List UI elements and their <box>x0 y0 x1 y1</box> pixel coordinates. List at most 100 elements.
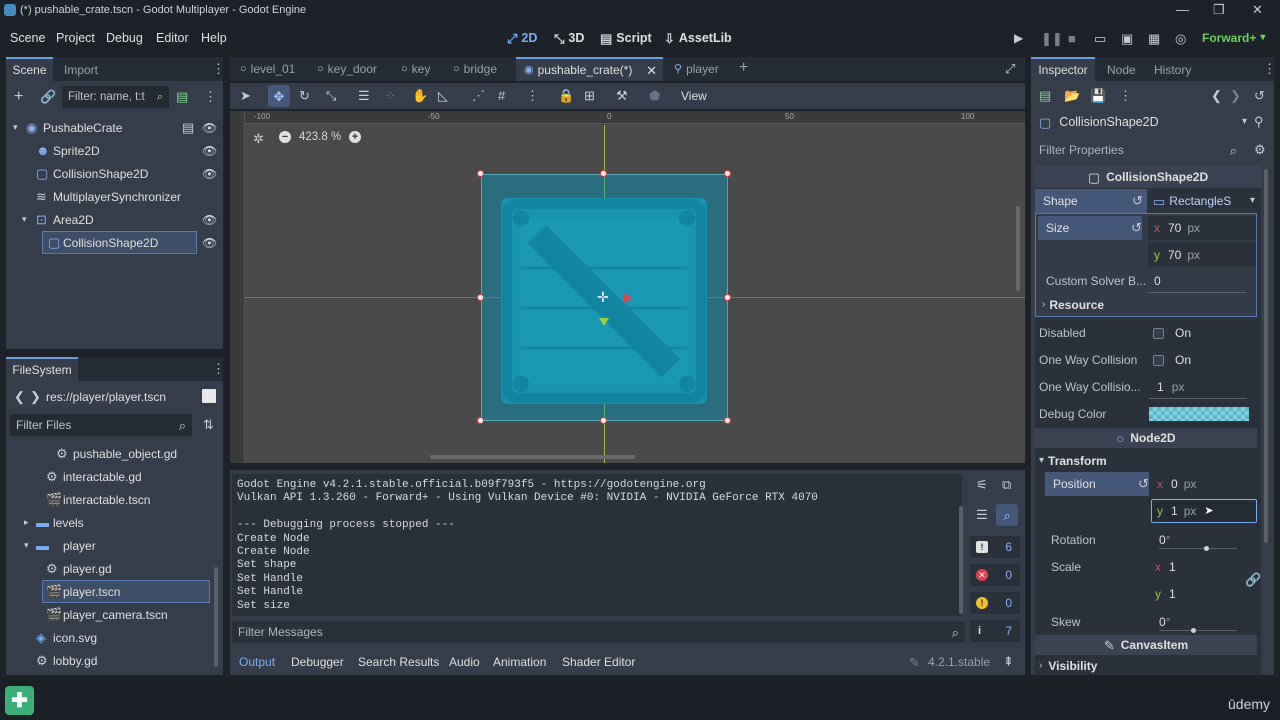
gizmo-x-arrow[interactable] <box>624 293 632 303</box>
viewport-vscrollbar[interactable] <box>1016 206 1020 291</box>
workspace-assetlib-button[interactable]: ⇩ AssetLib <box>664 31 732 45</box>
menu-debug[interactable]: Debug <box>106 31 143 45</box>
tab-history[interactable]: History <box>1154 63 1191 77</box>
link-scale-icon[interactable]: 🔗 <box>1245 573 1261 586</box>
disabled-checkbox[interactable] <box>1153 327 1164 339</box>
debug-color-swatch[interactable] <box>1149 407 1249 421</box>
zoom-level[interactable]: 423.8 % <box>299 131 341 143</box>
filter-errors-button[interactable]: ✕ 0 <box>970 564 1020 586</box>
scene-menu-icon[interactable]: ⋮ <box>204 90 217 103</box>
menu-scene[interactable]: Scene <box>10 31 45 45</box>
tree-item-area2d[interactable]: ▾ ⊡ Area2D 👁 <box>6 208 223 231</box>
bottom-tab-audio[interactable]: Audio <box>449 655 480 669</box>
zoom-out-icon[interactable]: − <box>279 131 291 143</box>
filter-warnings-button[interactable]: ! 0 <box>970 592 1020 614</box>
tab-key-door[interactable]: ○ key_door <box>317 62 377 76</box>
position-y-field[interactable]: y 1 px ➤ <box>1151 499 1257 523</box>
one-way-margin-field[interactable]: 1 px <box>1149 375 1247 399</box>
bottom-tab-search-results[interactable]: Search Results <box>358 655 439 669</box>
toggle-search-button[interactable]: ⌕ <box>996 504 1018 526</box>
scale-y-field[interactable]: y 1 <box>1151 582 1241 606</box>
rotation-slider-grabber[interactable] <box>1204 546 1209 551</box>
tab-bridge[interactable]: ○ bridge <box>453 62 497 76</box>
property-debug-color[interactable]: Debug Color <box>1035 401 1261 427</box>
file-item[interactable]: ⚙ player.gd <box>6 557 214 580</box>
history-forward-icon[interactable]: ❯ <box>1230 89 1241 102</box>
maximize-icon[interactable]: ❐ <box>1213 3 1225 16</box>
menu-project[interactable]: Project <box>56 31 95 45</box>
tab-pushable-crate[interactable]: ◉ pushable_crate(*) ✕ <box>516 57 663 81</box>
snap-options-icon[interactable]: ⋮ <box>526 89 539 102</box>
scale-x-field[interactable]: x 1 <box>1151 555 1241 579</box>
add-button[interactable]: ✚ <box>5 686 34 715</box>
center-view-icon[interactable]: ✲ <box>253 132 264 145</box>
revert-icon[interactable]: ↺ <box>1132 194 1143 207</box>
renderer-select[interactable]: Forward+ ▾ <box>1202 31 1265 45</box>
output-scrollbar[interactable] <box>959 506 963 614</box>
resize-handle[interactable] <box>724 170 731 177</box>
viewport-hscrollbar[interactable] <box>430 455 635 459</box>
close-tab-icon[interactable]: ✕ <box>646 64 657 77</box>
move-gizmo-icon[interactable]: ✛ <box>597 290 609 304</box>
file-item[interactable]: 🎬 player_camera.tscn <box>6 603 214 626</box>
solver-bias-field[interactable]: 0 <box>1148 269 1246 293</box>
history-back-icon[interactable]: ❮ <box>1211 89 1222 102</box>
close-window-icon[interactable]: ✕ <box>1252 3 1263 16</box>
property-custom-solver-bias[interactable]: Custom Solver B... 0 <box>1038 269 1256 293</box>
revert-icon[interactable]: ↺ <box>1138 477 1149 490</box>
folder-item[interactable]: ▸ ▬ levels <box>6 511 214 534</box>
size-y-field[interactable]: y 70 px <box>1148 243 1256 267</box>
pan-tool-icon[interactable]: ✋ <box>412 89 428 102</box>
tab-player[interactable]: ⚲ player <box>674 62 719 76</box>
collapse-messages-icon[interactable]: ☰ <box>976 508 988 521</box>
copy-output-icon[interactable]: ⧉ <box>1002 478 1011 491</box>
scene-filter-input[interactable]: Filter: name, t:t ⌕ <box>62 86 169 108</box>
property-shape[interactable]: Shape ↺ ▭ RectangleS ▾ <box>1035 189 1261 213</box>
property-size[interactable]: Size ↺ x 70 px y 70 px <box>1038 216 1256 267</box>
visibility-eye-icon[interactable]: 👁 <box>202 237 217 249</box>
distraction-free-icon[interactable]: ⤢ <box>1005 62 1015 75</box>
skeleton-icon[interactable]: ⚒ <box>616 89 628 102</box>
skew-slider-grabber[interactable] <box>1191 628 1196 633</box>
inspector-settings-icon[interactable]: ⚙ <box>1254 143 1266 156</box>
tree-item-pushablecrate[interactable]: ▾ ◉ PushableCrate ▤ 👁 <box>6 116 223 139</box>
shape-resource-picker[interactable]: ▭ RectangleS ▾ <box>1147 189 1261 213</box>
scale-tool-icon[interactable]: ⤡ <box>326 89 336 102</box>
section-resource[interactable]: › Resource <box>1038 294 1256 316</box>
ruler-tool-icon[interactable]: ◺ <box>438 89 448 102</box>
polygon-icon[interactable]: ⬟ <box>649 89 660 102</box>
section-transform[interactable]: ▾ Transform <box>1035 450 1257 472</box>
tree-item-sprite2d[interactable]: ☻ Sprite2D 👁 <box>6 139 223 162</box>
file-item[interactable]: 🎬 interactable.tscn <box>6 488 214 511</box>
movie-maker-icon[interactable]: ◎ <box>1175 32 1186 45</box>
bottom-tab-debugger[interactable]: Debugger <box>291 655 344 669</box>
play-custom-icon[interactable]: ▦ <box>1148 32 1160 45</box>
viewport[interactable]: -100 -50 0 50 100 ✲ − 423.8 % + ✛ <box>230 111 1025 463</box>
play-scene-icon[interactable]: ▣ <box>1121 32 1133 45</box>
revert-icon[interactable]: ↺ <box>1131 221 1142 234</box>
tab-node[interactable]: Node <box>1107 63 1136 77</box>
tab-key[interactable]: ○ key <box>401 62 430 76</box>
property-one-way-collision[interactable]: One Way Collision On <box>1035 347 1261 373</box>
skew-slider[interactable] <box>1159 630 1237 631</box>
pivot-icon[interactable]: ⁘ <box>385 89 396 102</box>
current-path[interactable]: res://player/player.tscn <box>46 390 166 404</box>
collapse-icon[interactable]: ▾ <box>13 123 18 132</box>
gizmo-y-arrow[interactable] <box>599 318 609 326</box>
resize-handle[interactable] <box>477 294 484 301</box>
tab-inspector[interactable]: Inspector <box>1031 57 1095 81</box>
collapse-icon[interactable]: ▾ <box>22 215 27 224</box>
list-select-icon[interactable]: ☰ <box>358 89 370 102</box>
size-x-field[interactable]: x 70 px <box>1148 216 1256 240</box>
instance-scene-icon[interactable]: 🔗 <box>40 90 56 103</box>
bottom-tab-shader-editor[interactable]: Shader Editor <box>562 655 635 669</box>
move-tool-active[interactable]: ✥ <box>268 85 290 107</box>
grid-snap-icon[interactable]: # <box>498 89 505 102</box>
clear-output-icon[interactable]: ⚟ <box>976 478 988 491</box>
filter-info-button[interactable]: i 7 <box>970 620 1020 642</box>
tab-filesystem[interactable]: FileSystem <box>6 357 78 381</box>
bottom-tab-output[interactable]: Output <box>239 655 275 669</box>
workspace-script-button[interactable]: ▤ Script <box>600 31 652 45</box>
object-history-icon[interactable]: ↺ <box>1254 89 1265 102</box>
resize-handle[interactable] <box>477 417 484 424</box>
